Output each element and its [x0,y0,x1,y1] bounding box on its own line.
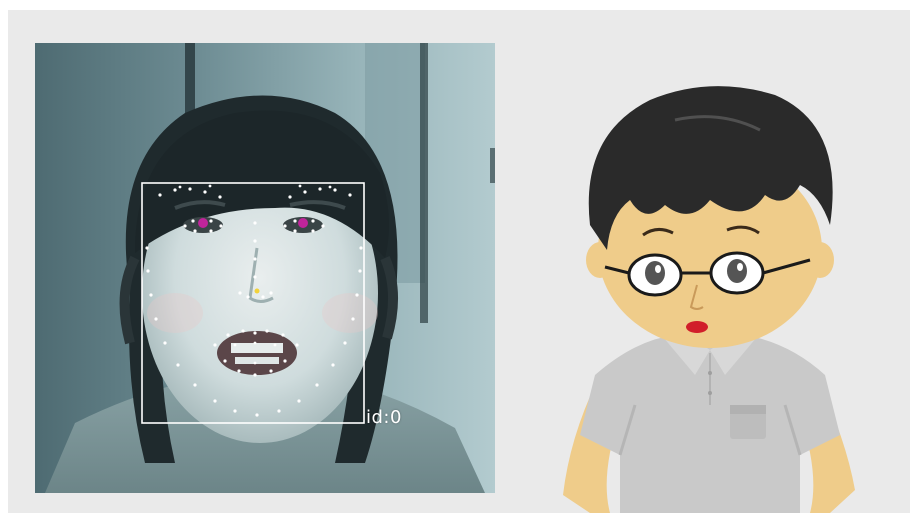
avatar-character [545,75,875,513]
camera-feed [35,43,495,493]
nose-marker-icon [254,288,260,294]
camera-image [35,43,495,493]
pupil-marker-icon [198,218,208,228]
pupil-marker-icon [298,218,308,228]
face-id-label: id:0 [366,407,402,428]
avatar-illustration [563,86,855,513]
